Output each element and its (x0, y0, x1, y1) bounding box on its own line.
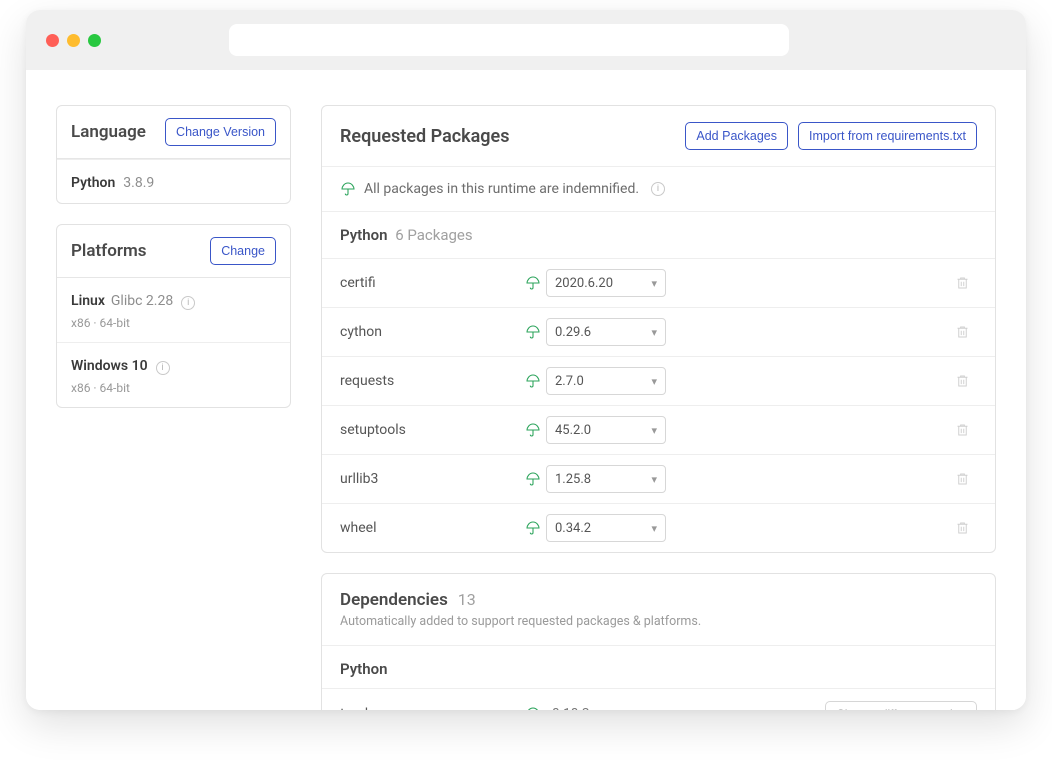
platform-arch: x86 · 64-bit (71, 381, 276, 395)
dependency-version: 0.10.2 (552, 706, 589, 710)
umbrella-icon (525, 471, 541, 487)
package-name: requests (340, 373, 520, 389)
platform-detail: Glibc 2.28 (111, 293, 173, 309)
sidebar: Language Change Version Python 3.8.9 Pla… (56, 105, 291, 710)
version-value: 2.7.0 (555, 374, 584, 389)
umbrella-icon (525, 373, 541, 389)
dependencies-header: Dependencies 13 Automatically added to s… (322, 574, 995, 633)
chevron-down-icon: ▾ (651, 424, 657, 437)
change-platforms-button[interactable]: Change (210, 237, 276, 265)
version-select[interactable]: 45.2.0 ▾ (546, 416, 666, 444)
version-select[interactable]: 0.29.6 ▾ (546, 318, 666, 346)
platforms-card-header: Platforms Change (57, 225, 290, 278)
umbrella-icon (340, 181, 356, 197)
minimize-window-icon[interactable] (67, 34, 80, 47)
import-requirements-button[interactable]: Import from requirements.txt (798, 122, 977, 150)
version-select[interactable]: 2.7.0 ▾ (546, 367, 666, 395)
version-value: 0.34.2 (555, 521, 591, 536)
info-icon[interactable]: i (651, 182, 665, 196)
dependencies-group-label: Python (322, 645, 995, 688)
trash-icon[interactable] (955, 275, 970, 291)
packages-group-header: Python 6 Packages (322, 212, 995, 258)
version-select[interactable]: 2020.6.20 ▾ (546, 269, 666, 297)
trash-icon[interactable] (955, 324, 970, 340)
dependencies-title: Dependencies (340, 590, 448, 610)
platforms-card-title: Platforms (71, 241, 146, 261)
dependencies-subtitle: Automatically added to support requested… (340, 614, 977, 629)
maximize-window-icon[interactable] (88, 34, 101, 47)
change-version-button[interactable]: Change Version (165, 118, 276, 146)
chevron-down-icon: ▾ (651, 277, 657, 290)
trash-icon[interactable] (955, 520, 970, 536)
umbrella-icon (525, 706, 541, 710)
version-select[interactable]: 1.25.8 ▾ (546, 465, 666, 493)
choose-version-button[interactable]: Choose different version (825, 701, 977, 710)
package-name: cython (340, 324, 520, 340)
platform-arch: x86 · 64-bit (71, 316, 276, 330)
package-row: setuptools 45.2.0 ▾ (322, 405, 995, 454)
language-card-header: Language Change Version (57, 106, 290, 159)
chevron-down-icon: ▾ (651, 473, 657, 486)
language-name: Python (71, 175, 115, 191)
language-card-title: Language (71, 122, 146, 142)
chevron-down-icon: ▾ (651, 522, 657, 535)
chevron-down-icon: ▾ (651, 375, 657, 388)
platform-os: Windows 10 (71, 358, 148, 374)
requested-packages-title: Requested Packages (340, 126, 509, 147)
window-controls (46, 34, 101, 47)
packages-group-count: 6 Packages (395, 226, 472, 244)
requested-packages-actions: Add Packages Import from requirements.tx… (685, 122, 977, 150)
package-name: wheel (340, 520, 520, 536)
dependency-name: toml (340, 706, 520, 710)
language-version: 3.8.9 (123, 175, 154, 191)
platform-row: Windows 10 i x86 · 64-bit (57, 342, 290, 407)
language-row: Python 3.8.9 (57, 159, 290, 203)
package-name: setuptools (340, 422, 520, 438)
language-card: Language Change Version Python 3.8.9 (56, 105, 291, 204)
dependency-row: toml 0.10.2 Choose different version (322, 688, 995, 710)
umbrella-icon (525, 422, 541, 438)
version-value: 0.29.6 (555, 325, 591, 340)
app-window: Language Change Version Python 3.8.9 Pla… (26, 10, 1026, 710)
trash-icon[interactable] (955, 471, 970, 487)
package-row: urllib3 1.25.8 ▾ (322, 454, 995, 503)
trash-icon[interactable] (955, 373, 970, 389)
version-value: 2020.6.20 (555, 276, 613, 291)
platform-os: Linux (71, 293, 105, 309)
chevron-down-icon: ▾ (651, 326, 657, 339)
main-column: Requested Packages Add Packages Import f… (321, 105, 996, 710)
info-icon[interactable]: i (156, 361, 170, 375)
package-row: cython 0.29.6 ▾ (322, 307, 995, 356)
platforms-card: Platforms Change Linux Glibc 2.28 i x86 ·… (56, 224, 291, 408)
indemnified-banner: All packages in this runtime are indemni… (322, 167, 995, 212)
package-name: certifi (340, 275, 520, 291)
trash-icon[interactable] (955, 422, 970, 438)
requested-packages-panel: Requested Packages Add Packages Import f… (321, 105, 996, 553)
dependencies-panel: Dependencies 13 Automatically added to s… (321, 573, 996, 710)
version-select[interactable]: 0.34.2 ▾ (546, 514, 666, 542)
titlebar (26, 10, 1026, 70)
version-value: 45.2.0 (555, 423, 591, 438)
platform-row: Linux Glibc 2.28 i x86 · 64-bit (57, 278, 290, 342)
content-area: Language Change Version Python 3.8.9 Pla… (26, 70, 1026, 710)
requested-packages-header: Requested Packages Add Packages Import f… (322, 106, 995, 167)
umbrella-icon (525, 520, 541, 536)
package-row: requests 2.7.0 ▾ (322, 356, 995, 405)
close-window-icon[interactable] (46, 34, 59, 47)
umbrella-icon (525, 275, 541, 291)
umbrella-icon (525, 324, 541, 340)
info-icon[interactable]: i (181, 296, 195, 310)
packages-group-label: Python (340, 226, 387, 244)
package-row: certifi 2020.6.20 ▾ (322, 258, 995, 307)
package-row: wheel 0.34.2 ▾ (322, 503, 995, 552)
dependencies-count: 13 (458, 590, 476, 609)
package-name: urllib3 (340, 471, 520, 487)
address-bar[interactable] (229, 24, 789, 56)
version-value: 1.25.8 (555, 472, 591, 487)
indemnified-text: All packages in this runtime are indemni… (364, 181, 639, 197)
add-packages-button[interactable]: Add Packages (685, 122, 788, 150)
